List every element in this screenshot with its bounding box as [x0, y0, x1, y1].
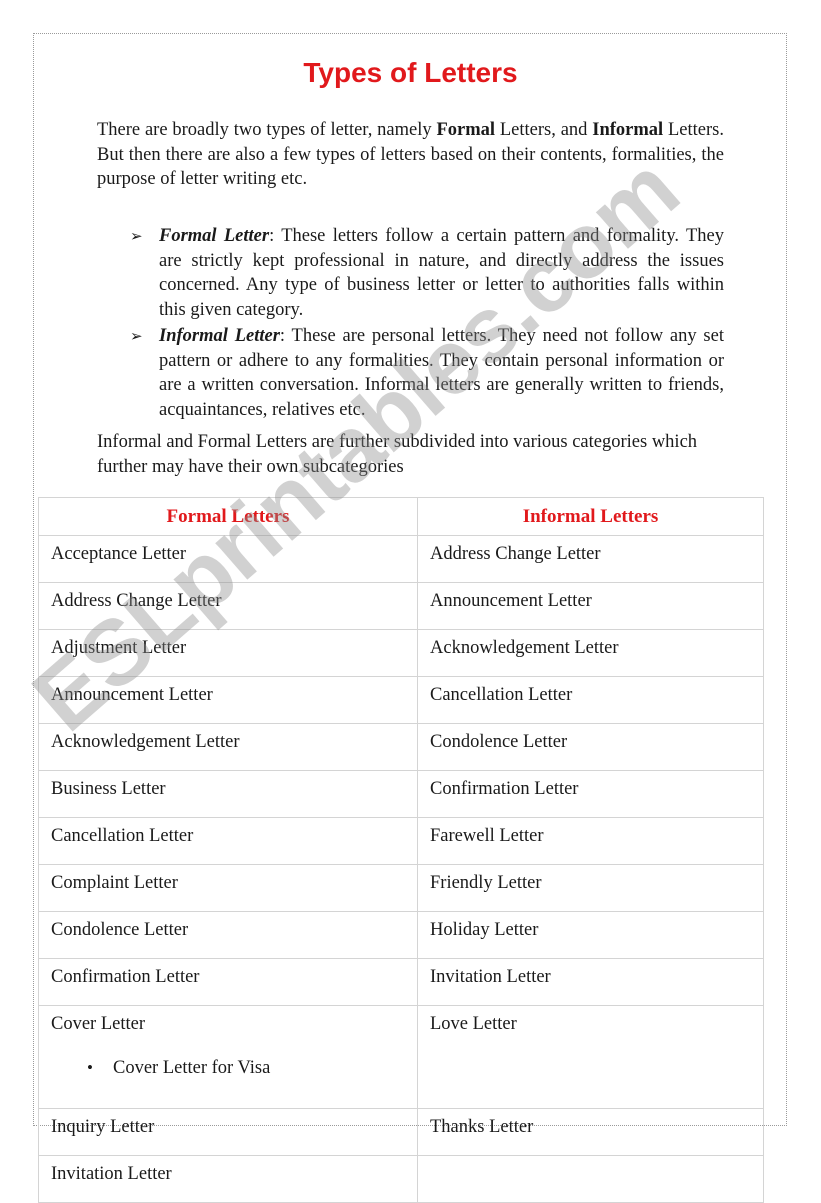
list-item-informal-letter: ➢ Informal Letter: These are personal let…: [130, 324, 724, 422]
cell-informal: Invitation Letter: [417, 958, 764, 1006]
list-item-term: Formal Letter: [159, 226, 270, 246]
cell-formal: Condolence Letter: [38, 911, 418, 959]
cell-informal: Love Letter: [417, 1005, 764, 1109]
table-row: Address Change Letter Announcement Lette…: [38, 582, 764, 630]
cover-letter-label: Cover Letter: [51, 1014, 145, 1034]
cell-informal: Cancellation Letter: [417, 676, 764, 724]
list-item-formal-letter: ➢ Formal Letter: These letters follow a c…: [130, 224, 724, 322]
cell-formal: Business Letter: [38, 770, 418, 818]
list-item: • Cover Letter for Visa: [87, 1055, 417, 1081]
cell-informal: Announcement Letter: [417, 582, 764, 630]
column-header-formal: Formal Letters: [38, 497, 418, 536]
arrow-bullet-icon: ➢: [130, 227, 143, 245]
cell-formal: Acceptance Letter: [38, 535, 418, 583]
intro-part-2: Letters, and: [495, 120, 593, 140]
cell-formal: Invitation Letter: [38, 1155, 418, 1203]
table-row: Announcement Letter Cancellation Letter: [38, 676, 764, 724]
cell-informal: Confirmation Letter: [417, 770, 764, 818]
cell-informal: Friendly Letter: [417, 864, 764, 912]
cell-informal: Condolence Letter: [417, 723, 764, 771]
sub-item-label: Cover Letter for Visa: [113, 1058, 271, 1078]
table-row: Cancellation Letter Farewell Letter: [38, 817, 764, 865]
intro-part-1: There are broadly two types of letter, n…: [97, 120, 437, 140]
cell-formal: Cancellation Letter: [38, 817, 418, 865]
table-row-cover-letter: Cover Letter • Cover Letter for Visa Love…: [38, 1005, 764, 1109]
intro-bold-informal: Informal: [592, 120, 664, 140]
cell-informal: Thanks Letter: [417, 1108, 764, 1156]
cell-formal: Confirmation Letter: [38, 958, 418, 1006]
cell-informal: Address Change Letter: [417, 535, 764, 583]
column-header-informal: Informal Letters: [417, 497, 764, 536]
cell-formal: Adjustment Letter: [38, 629, 418, 677]
intro-bold-formal: Formal: [436, 120, 496, 140]
intro-paragraph: There are broadly two types of letter, n…: [97, 118, 724, 192]
cell-formal-cover-letter: Cover Letter • Cover Letter for Visa: [38, 1005, 418, 1109]
letter-type-list: ➢ Formal Letter: These letters follow a c…: [130, 224, 724, 424]
table-row: Acceptance Letter Address Change Letter: [38, 535, 764, 583]
arrow-bullet-icon: ➢: [130, 327, 143, 345]
cell-informal: Farewell Letter: [417, 817, 764, 865]
table-row: Confirmation Letter Invitation Letter: [38, 958, 764, 1006]
table-row: Complaint Letter Friendly Letter: [38, 864, 764, 912]
closing-paragraph: Informal and Formal Letters are further …: [97, 432, 698, 477]
cover-letter-sublist: • Cover Letter for Visa: [51, 1055, 417, 1081]
document-body: Types of Letters There are broadly two t…: [0, 0, 821, 1203]
cell-formal: Inquiry Letter: [38, 1108, 418, 1156]
cell-informal-empty: [417, 1155, 764, 1203]
table-row: Acknowledgement Letter Condolence Letter: [38, 723, 764, 771]
table-row: Invitation Letter: [38, 1155, 764, 1203]
list-item-term: Informal Letter: [159, 326, 280, 346]
table-header-row: Formal Letters Informal Letters: [38, 497, 764, 536]
cell-formal: Complaint Letter: [38, 864, 418, 912]
table-row: Condolence Letter Holiday Letter: [38, 911, 764, 959]
page-title: Types of Letters: [303, 57, 518, 88]
cell-informal: Acknowledgement Letter: [417, 629, 764, 677]
cell-formal: Announcement Letter: [38, 676, 418, 724]
table-row: Business Letter Confirmation Letter: [38, 770, 764, 818]
table-header: Formal Letters Informal Letters: [38, 497, 764, 536]
table-body: Acceptance Letter Address Change Letter …: [38, 535, 764, 1203]
table-row: Inquiry Letter Thanks Letter: [38, 1108, 764, 1156]
letter-types-table: Formal Letters Informal Letters Acceptan…: [38, 497, 764, 1203]
cell-informal: Holiday Letter: [417, 911, 764, 959]
cell-formal: Acknowledgement Letter: [38, 723, 418, 771]
table-row: Adjustment Letter Acknowledgement Letter: [38, 629, 764, 677]
dot-bullet-icon: •: [87, 1058, 93, 1077]
cell-formal: Address Change Letter: [38, 582, 418, 630]
